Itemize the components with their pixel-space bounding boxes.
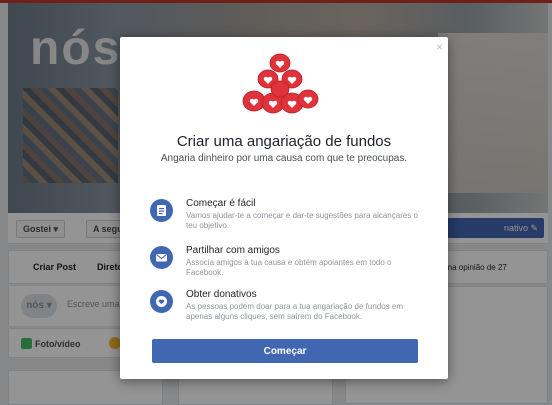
feature-description: Vamos ajudar-te a começar e dar-te suges…: [186, 211, 418, 230]
feature-title: Começar é fácil: [186, 198, 256, 209]
envelope-icon: [150, 246, 173, 269]
feature-share-friends: Partilhar com amigos Associa amigos à tu…: [150, 245, 425, 282]
fundraiser-dialog: × Criar uma angariação de fundos Angaria…: [120, 37, 448, 379]
feature-easy-start: Começar é fácil Vamos ajudar-te a começa…: [150, 198, 425, 235]
feature-title: Obter donativos: [186, 289, 257, 300]
feature-description: As pessoas podem doar para a tua angaria…: [186, 302, 404, 321]
heart-badge-icon: [150, 290, 173, 313]
feature-description: Associa amigos à tua causa e obtém apoia…: [186, 258, 392, 277]
dialog-title: Criar uma angariação de fundos: [176, 133, 392, 150]
close-icon[interactable]: ×: [436, 41, 443, 53]
feature-get-donations: Obter donativos As pessoas podem doar pa…: [150, 289, 425, 326]
fundraiser-hearts-illustration: [242, 53, 319, 114]
document-icon: [150, 199, 173, 222]
start-button[interactable]: Começar: [152, 339, 418, 363]
feature-title: Partilhar com amigos: [186, 245, 280, 256]
dialog-subtitle: Angaria dinheiro por uma causa com que t…: [160, 153, 408, 164]
